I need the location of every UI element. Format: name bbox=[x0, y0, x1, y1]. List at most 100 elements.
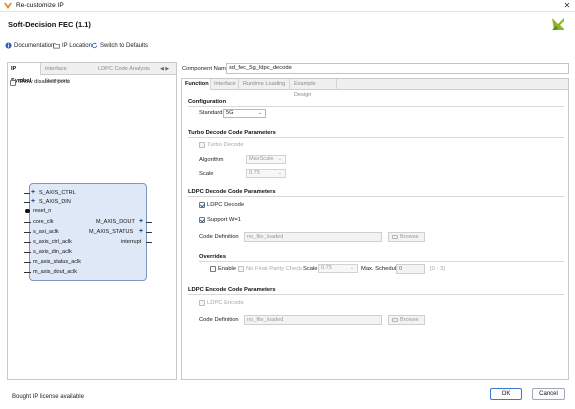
folder-icon bbox=[392, 318, 398, 322]
standard-label: Standard bbox=[199, 110, 223, 116]
ip-title: Soft-Decision FEC (1.1) bbox=[8, 20, 91, 29]
divider bbox=[188, 294, 564, 295]
port-pin bbox=[24, 242, 31, 243]
configuration-panel bbox=[181, 78, 569, 380]
max-schedule-label: Max. Schedule bbox=[361, 266, 400, 272]
port-reset-n: reset_n bbox=[33, 208, 52, 214]
port-s-axis-ctrl-aclk: s_axis_ctrl_aclk bbox=[33, 239, 72, 245]
ldpc-encode-label: LDPC Encode bbox=[207, 300, 244, 306]
folder-icon bbox=[53, 43, 60, 49]
divider bbox=[188, 106, 564, 107]
overrides-enable-label: Enable bbox=[218, 266, 237, 272]
cancel-button[interactable]: Cancel bbox=[532, 388, 565, 400]
tab-ldpc-code-analysis[interactable]: LDPC Code Analysis bbox=[95, 63, 157, 75]
no-final-parity-checkbox[interactable] bbox=[238, 266, 244, 272]
ldpc-encode-checkbox[interactable] bbox=[199, 300, 205, 306]
standard-value: 5G bbox=[226, 110, 234, 116]
encode-code-definition-label: Code Definition bbox=[199, 317, 239, 323]
tab-scroll-arrows-icon[interactable]: ◀ ▶ bbox=[160, 66, 169, 72]
license-status: Bought IP license available bbox=[12, 394, 84, 400]
turbo-scale-value: 0.75 bbox=[249, 170, 260, 176]
divider bbox=[188, 137, 564, 138]
show-disabled-ports-label: Show disabled ports bbox=[18, 79, 71, 85]
overrides-scale-label: Scale bbox=[303, 266, 318, 272]
divider bbox=[188, 196, 564, 197]
encode-browse-button[interactable]: Browse bbox=[388, 315, 425, 325]
tab-interface-summary[interactable]: Interface Summary bbox=[42, 63, 93, 84]
port-interrupt: interrupt bbox=[121, 239, 142, 245]
encode-code-definition-input[interactable]: no_file_loaded bbox=[244, 315, 382, 325]
chevron-down-icon: ⌄ bbox=[257, 110, 262, 116]
ip-location-button[interactable]: IP Location bbox=[53, 42, 92, 49]
turbo-scale-label: Scale bbox=[199, 171, 214, 177]
ip-location-label: IP Location bbox=[62, 42, 92, 49]
overrides-scale-select[interactable]: 0.75 ⌄ bbox=[318, 264, 358, 273]
tab-interface[interactable]: Interface bbox=[211, 79, 239, 90]
port-pin bbox=[24, 272, 31, 273]
expand-port-icon[interactable]: + bbox=[31, 198, 35, 205]
decode-browse-button[interactable]: Browse bbox=[388, 232, 425, 242]
vivado-app-icon bbox=[4, 3, 12, 9]
support-w1-checkbox[interactable] bbox=[199, 217, 205, 223]
port-m-axis-dout: M_AXIS_DOUT bbox=[96, 219, 135, 225]
folder-icon bbox=[392, 235, 398, 239]
switch-to-defaults-label: Switch to Defaults bbox=[100, 42, 149, 49]
documentation-menu[interactable]: Documentation bbox=[5, 42, 54, 49]
documentation-label: Documentation bbox=[14, 42, 55, 49]
close-icon[interactable]: ✕ bbox=[562, 1, 572, 11]
algorithm-select[interactable]: MaxScale ⌄ bbox=[246, 155, 286, 164]
tab-example-design[interactable]: Example Design bbox=[291, 79, 337, 98]
window-title: Re-customize IP bbox=[16, 2, 64, 9]
encode-browse-label: Browse bbox=[400, 317, 419, 323]
port-m-axis-dout-aclk: m_axis_dout_aclk bbox=[33, 269, 78, 275]
ldpc-encode-heading: LDPC Encode Code Parameters bbox=[188, 287, 276, 293]
title-bar bbox=[0, 0, 575, 12]
ok-button[interactable]: OK bbox=[490, 388, 522, 400]
tab-function[interactable]: Function bbox=[182, 79, 211, 90]
switch-to-defaults-button[interactable]: Switch to Defaults bbox=[91, 42, 148, 49]
ldpc-decode-checkbox[interactable] bbox=[199, 202, 205, 208]
port-pin bbox=[24, 193, 30, 194]
component-name-input[interactable]: sd_fec_5g_ldpc_decode bbox=[226, 63, 569, 74]
chevron-down-icon: ⌄ bbox=[349, 265, 354, 271]
component-name-label: Component Name bbox=[182, 66, 230, 72]
port-pin bbox=[24, 252, 31, 253]
algorithm-value: MaxScale bbox=[249, 156, 274, 162]
tab-runtime-loading[interactable]: Runtime Loading bbox=[240, 79, 290, 90]
max-schedule-input[interactable]: 0 bbox=[396, 264, 425, 274]
tab-ip-symbol[interactable]: IP Symbol bbox=[8, 63, 41, 84]
chevron-down-icon: ⌄ bbox=[277, 170, 282, 176]
configuration-heading: Configuration bbox=[188, 99, 226, 105]
divider bbox=[199, 261, 564, 262]
refresh-icon bbox=[91, 42, 98, 49]
port-pin bbox=[146, 232, 152, 233]
reset-bubble-icon bbox=[25, 209, 30, 213]
algorithm-label: Algorithm bbox=[199, 157, 224, 163]
max-schedule-range: [0 - 3] bbox=[430, 266, 445, 272]
port-s-axis-din: S_AXIS_DIN bbox=[39, 199, 71, 205]
turbo-scale-select[interactable]: 0.75 ⌄ bbox=[246, 169, 286, 178]
standard-select[interactable]: 5G ⌄ bbox=[223, 109, 266, 118]
expand-port-icon[interactable]: + bbox=[31, 189, 35, 196]
port-pin bbox=[24, 232, 31, 233]
overrides-scale-value: 0.75 bbox=[321, 265, 332, 271]
expand-port-icon[interactable]: + bbox=[139, 218, 143, 225]
turbo-decode-label: Turbo Decode bbox=[207, 142, 244, 148]
port-s-axi-aclk: s_axi_aclk bbox=[33, 229, 59, 235]
ldpc-decode-label: LDPC Decode bbox=[207, 202, 245, 208]
overrides-enable-checkbox[interactable] bbox=[210, 266, 216, 272]
decode-code-definition-label: Code Definition bbox=[199, 234, 239, 240]
port-m-axis-status-aclk: m_axis_status_aclk bbox=[33, 259, 81, 265]
ldpc-decode-heading: LDPC Decode Code Parameters bbox=[188, 189, 276, 195]
turbo-decode-checkbox[interactable] bbox=[199, 142, 205, 148]
port-pin bbox=[24, 262, 31, 263]
turbo-heading: Turbo Decode Code Parameters bbox=[188, 130, 276, 136]
port-pin bbox=[146, 242, 152, 243]
decode-code-definition-input[interactable]: no_file_loaded bbox=[244, 232, 382, 242]
port-s-axis-din-aclk: s_axis_din_aclk bbox=[33, 249, 72, 255]
port-pin bbox=[24, 202, 30, 203]
port-m-axis-status: M_AXIS_STATUS bbox=[89, 229, 134, 235]
show-disabled-ports-checkbox[interactable] bbox=[10, 80, 16, 86]
expand-port-icon[interactable]: + bbox=[139, 228, 143, 235]
info-icon bbox=[5, 42, 12, 49]
